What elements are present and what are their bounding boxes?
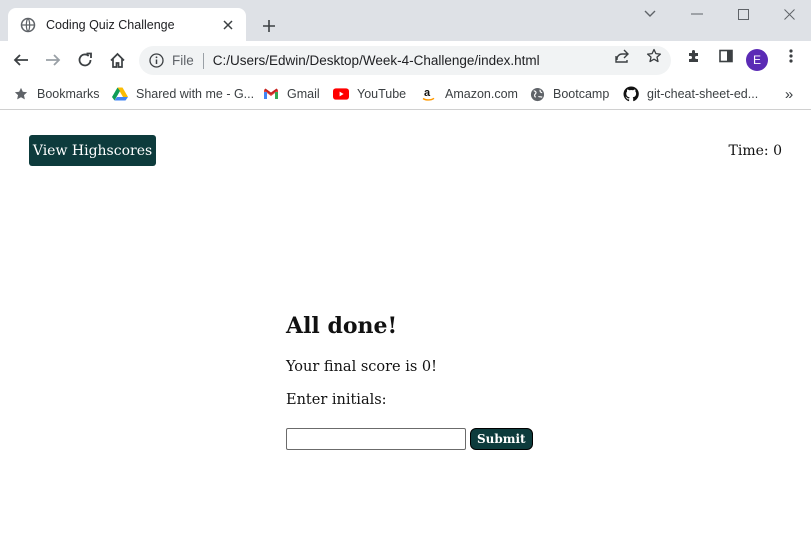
tab-active[interactable]: Coding Quiz Challenge [8, 8, 246, 41]
url-scheme: File [172, 53, 194, 68]
tab-title: Coding Quiz Challenge [46, 17, 175, 32]
new-tab-button[interactable] [257, 14, 281, 38]
bookmark-shared-with-me[interactable]: Shared with me - G... [112, 84, 254, 104]
bookmark-gmail[interactable]: Gmail [263, 84, 320, 104]
tab-strip: Coding Quiz Challenge [0, 0, 811, 41]
gmail-icon [263, 86, 279, 102]
share-icon[interactable] [613, 47, 631, 65]
submit-button[interactable]: Submit [470, 428, 533, 450]
bookmark-bookmarks[interactable]: Bookmarks [13, 84, 100, 104]
maximize-button[interactable] [728, 4, 758, 24]
initials-form: Submit [286, 428, 586, 450]
side-panel-icon[interactable] [717, 47, 735, 65]
star-icon [13, 86, 29, 102]
info-icon[interactable] [149, 53, 164, 68]
github-icon [623, 86, 639, 102]
svg-text:a: a [424, 87, 431, 99]
view-highscores-button[interactable]: View Highscores [29, 135, 156, 166]
timer-label: Time: [728, 143, 769, 159]
forward-button[interactable] [38, 45, 68, 75]
arrow-right-icon [46, 54, 61, 66]
page-viewport: View Highscores Time: 0 All done! Your f… [0, 111, 811, 543]
browser-toolbar: File C:/Users/Edwin/Desktop/Week-4-Chall… [0, 41, 811, 79]
minimize-button[interactable] [682, 4, 712, 24]
bookmark-amazon[interactable]: a Amazon.com [421, 84, 518, 104]
reload-button[interactable] [70, 45, 100, 75]
bookmark-bootcamp[interactable]: Bootcamp [529, 84, 609, 104]
window-close-button[interactable] [774, 4, 804, 24]
star-icon[interactable] [645, 47, 663, 65]
all-done-panel: All done! Your final score is 0! Enter i… [286, 313, 586, 450]
amazon-icon: a [421, 86, 437, 102]
google-drive-icon [112, 86, 128, 102]
reload-icon [78, 52, 92, 67]
bookmark-youtube[interactable]: YouTube [333, 84, 406, 104]
bookmark-git-cheat-sheet[interactable]: git-cheat-sheet-ed... [623, 84, 758, 104]
home-icon [109, 52, 125, 68]
initials-input[interactable] [286, 428, 466, 450]
back-button[interactable] [6, 45, 36, 75]
profile-avatar[interactable]: E [746, 49, 768, 71]
extensions-puzzle-icon[interactable] [685, 47, 703, 65]
youtube-icon [333, 86, 349, 102]
arrow-left-icon [13, 54, 28, 66]
globe-icon [529, 86, 545, 102]
bookmarks-overflow-chevron-icon[interactable]: » [780, 84, 798, 104]
address-bar[interactable]: File C:/Users/Edwin/Desktop/Week-4-Chall… [139, 46, 671, 75]
tab-search-icon[interactable] [635, 4, 665, 24]
page-title: All done! [286, 313, 398, 339]
globe-icon [20, 17, 36, 33]
home-button[interactable] [102, 45, 132, 75]
bookmarks-bar: Bookmarks Shared with me - G... Gmail Yo… [0, 79, 811, 110]
url-text[interactable]: C:/Users/Edwin/Desktop/Week-4-Challenge/… [213, 53, 540, 68]
url-separator [202, 52, 204, 69]
final-score-text: Your final score is 0! [286, 359, 437, 375]
timer: Time: 0 [729, 143, 782, 159]
initials-label: Enter initials: [286, 392, 387, 408]
timer-value: 0 [773, 143, 782, 159]
menu-kebab-icon[interactable] [782, 47, 800, 65]
close-icon[interactable] [220, 17, 236, 33]
